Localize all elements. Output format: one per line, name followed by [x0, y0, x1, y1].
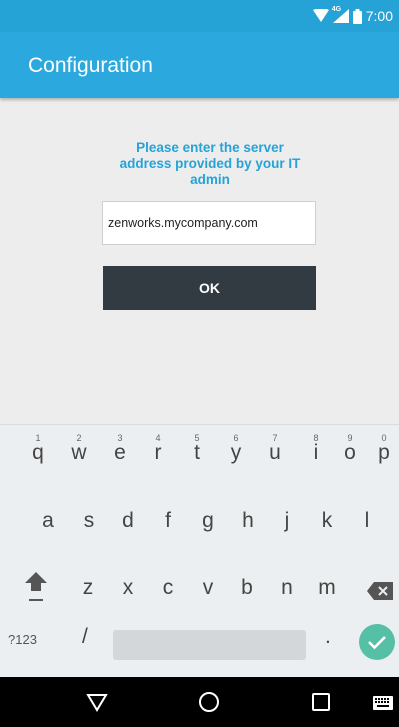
key-p[interactable]: 0p	[369, 431, 399, 471]
back-button[interactable]	[86, 691, 108, 717]
app-title: Configuration	[28, 54, 153, 77]
wifi-icon	[312, 9, 329, 23]
key-d[interactable]: d	[113, 499, 143, 539]
status-icons: 4G 7:00	[312, 6, 393, 26]
spacebar[interactable]	[113, 630, 306, 660]
key-z[interactable]: z	[73, 566, 103, 606]
key-u[interactable]: 7u	[260, 431, 290, 471]
home-button[interactable]	[198, 691, 220, 717]
checkmark-icon	[368, 636, 386, 650]
recents-button[interactable]	[310, 691, 332, 717]
slash-key[interactable]: /	[82, 625, 88, 649]
network-type-label: 4G	[331, 6, 342, 13]
shift-key[interactable]	[24, 570, 48, 609]
key-o[interactable]: 9o	[335, 431, 365, 471]
cell-signal-icon: 4G	[331, 6, 349, 23]
key-s[interactable]: s	[74, 499, 104, 539]
recents-square-icon	[312, 693, 330, 711]
keyboard-icon	[373, 696, 393, 710]
clock: 7:00	[365, 8, 393, 24]
server-prompt: Please enter the server address provided…	[119, 140, 301, 187]
key-w[interactable]: 2w	[64, 431, 94, 471]
period-key[interactable]: .	[325, 625, 331, 649]
key-f[interactable]: f	[153, 499, 183, 539]
key-y[interactable]: 6y	[221, 431, 251, 471]
navigation-bar	[0, 677, 399, 727]
keyboard-switch-button[interactable]	[373, 695, 393, 714]
backspace-icon	[367, 582, 393, 600]
key-n[interactable]: n	[272, 566, 302, 606]
back-triangle-icon	[86, 694, 108, 712]
key-b[interactable]: b	[232, 566, 262, 606]
done-key[interactable]	[359, 624, 395, 660]
key-h[interactable]: h	[233, 499, 263, 539]
key-r[interactable]: 4r	[143, 431, 173, 471]
ok-button[interactable]: OK	[103, 266, 316, 310]
app-bar: Configuration	[0, 32, 399, 98]
key-a[interactable]: a	[33, 499, 63, 539]
server-address-input[interactable]	[102, 201, 316, 245]
key-l[interactable]: l	[352, 499, 382, 539]
key-q[interactable]: 1q	[23, 431, 53, 471]
key-j[interactable]: j	[272, 499, 302, 539]
key-g[interactable]: g	[193, 499, 223, 539]
key-c[interactable]: c	[153, 566, 183, 606]
backspace-key[interactable]	[367, 582, 393, 605]
key-e[interactable]: 3e	[105, 431, 135, 471]
key-x[interactable]: x	[113, 566, 143, 606]
status-bar: 4G 7:00	[0, 0, 399, 32]
home-circle-icon	[199, 692, 219, 712]
soft-keyboard: 1q 2w 3e 4r 5t 6y 7u 8i 9o 0p a s d f g …	[0, 424, 399, 677]
battery-icon	[352, 8, 362, 24]
key-k[interactable]: k	[312, 499, 342, 539]
key-t[interactable]: 5t	[182, 431, 212, 471]
key-v[interactable]: v	[193, 566, 223, 606]
symbols-key[interactable]: ?123	[8, 632, 37, 647]
key-i[interactable]: 8i	[301, 431, 331, 471]
shift-arrow-icon	[25, 572, 47, 601]
key-m[interactable]: m	[312, 566, 342, 606]
